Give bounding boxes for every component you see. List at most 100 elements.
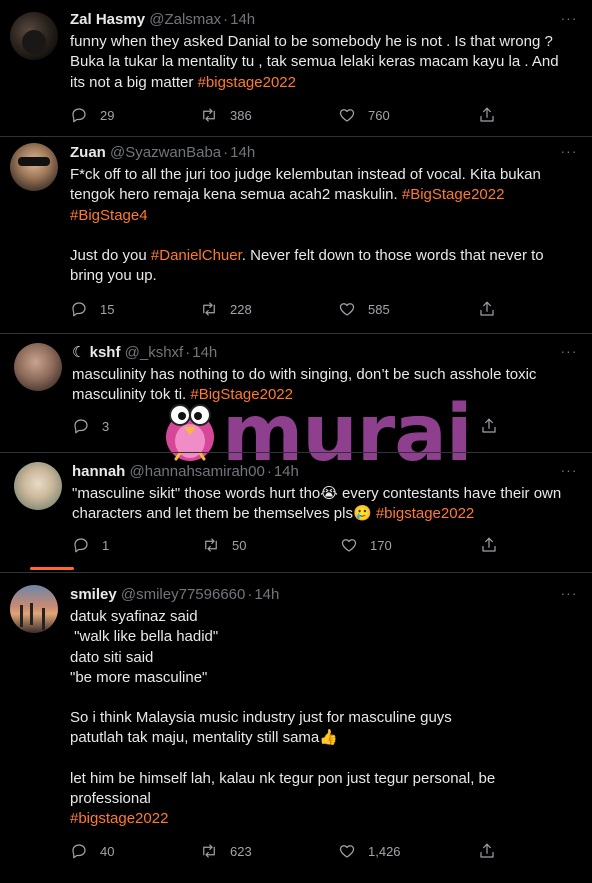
tweet-line: F*ck off to all the juri too judge kelem… xyxy=(70,166,541,183)
tweet-line: patutlah tak maju, mentality still sama👍 xyxy=(70,729,338,747)
tweet-line: Just do you #DanielChuer. Never felt dow… xyxy=(70,246,544,264)
share-icon xyxy=(480,107,494,122)
retweet-button[interactable]: 386 xyxy=(200,105,252,125)
share-button[interactable] xyxy=(478,299,508,319)
reply-icon xyxy=(72,302,86,317)
tweet-line: masculinity has nothing to do with singi… xyxy=(72,366,537,383)
retweet-count: 50 xyxy=(232,537,247,553)
bird-logo-icon xyxy=(166,404,214,461)
retweet-icon xyxy=(203,844,215,858)
author-handle[interactable]: @SyazwanBaba xyxy=(110,144,221,161)
reply-count: 1 xyxy=(102,537,110,553)
retweet-count: 228 xyxy=(230,301,252,317)
hashtag[interactable]: #bigstage2022 xyxy=(198,74,296,91)
tweet-line: datuk syafinaz said xyxy=(70,608,198,625)
tweet-line: "be more masculine" xyxy=(70,668,208,686)
like-button[interactable]: 1,426 xyxy=(338,841,401,861)
author-handle[interactable]: @_kshxf xyxy=(125,344,184,361)
retweet-button[interactable]: 228 xyxy=(200,299,252,319)
tweet-line: So i think Malaysia music industry just … xyxy=(70,709,452,727)
author-name[interactable]: Zal Hasmy xyxy=(70,11,145,28)
reply-button[interactable]: 15 xyxy=(70,299,114,319)
tweet-header: Zal Hasmy @Zalsmax · 14h xyxy=(70,11,256,28)
hashtag[interactable]: #DanielChuer xyxy=(151,247,242,264)
reply-count: 29 xyxy=(100,107,115,123)
reply-count: 40 xyxy=(100,843,115,859)
share-icon xyxy=(482,418,496,433)
timestamp[interactable]: 14h xyxy=(254,586,279,603)
tweet-line: Buka la tukar la mentality tu , tak semu… xyxy=(70,53,559,71)
timestamp[interactable]: 14h xyxy=(230,11,255,28)
author-handle[interactable]: @smiley77596660 xyxy=(121,586,245,603)
tweet-line: "walk like bella hadid" xyxy=(70,628,219,646)
reply-icon xyxy=(72,108,86,123)
tweet-line: characters and let them be themselves pl… xyxy=(72,505,475,523)
divider xyxy=(0,572,592,573)
hashtag[interactable]: #BigStage4 xyxy=(70,207,148,224)
avatar[interactable] xyxy=(14,343,62,391)
timestamp[interactable]: 14h xyxy=(274,463,299,480)
more-icon[interactable]: ··· xyxy=(560,344,578,363)
divider xyxy=(0,452,592,453)
like-count: 170 xyxy=(370,537,392,553)
avatar[interactable] xyxy=(10,585,58,633)
divider xyxy=(0,136,592,137)
tweet-header: Zuan @SyazwanBaba · 14h xyxy=(70,144,256,161)
tweet-header: ☾ kshf @_kshxf · 14h xyxy=(72,344,218,361)
tweet-header: hannah @hannahsamirah00 · 14h xyxy=(72,463,299,480)
like-icon xyxy=(341,539,357,552)
retweet-icon xyxy=(203,108,215,122)
timestamp[interactable]: 14h xyxy=(230,144,255,161)
share-icon xyxy=(480,843,494,858)
avatar[interactable] xyxy=(10,143,58,191)
reply-count: 15 xyxy=(100,301,115,317)
author-name[interactable]: smiley xyxy=(70,586,117,603)
share-button[interactable] xyxy=(480,416,510,436)
like-icon xyxy=(339,845,355,858)
reply-button[interactable]: 29 xyxy=(70,105,114,125)
reply-button[interactable]: 40 xyxy=(70,841,114,861)
retweet-button[interactable]: 50 xyxy=(202,535,246,555)
like-button[interactable]: 760 xyxy=(338,105,390,125)
tweet-text: "masculine sikit" those words hurt tho😭 … xyxy=(72,484,577,525)
like-icon xyxy=(339,303,355,316)
more-icon[interactable]: ··· xyxy=(560,144,578,163)
author-handle[interactable]: @hannahsamirah00 xyxy=(130,463,265,480)
reply-button[interactable]: 1 xyxy=(72,535,109,555)
author-name[interactable]: ☾ kshf xyxy=(72,344,120,361)
retweet-count: 386 xyxy=(230,107,252,123)
author-name[interactable]: Zuan xyxy=(70,144,106,161)
avatar[interactable] xyxy=(10,12,58,60)
share-button[interactable] xyxy=(480,535,510,555)
more-icon[interactable]: ··· xyxy=(560,586,578,605)
tweet-text: F*ck off to all the juri too judge kelem… xyxy=(70,165,575,286)
reply-icon xyxy=(74,538,88,553)
author-name[interactable]: hannah xyxy=(72,463,125,480)
hashtag[interactable]: #bigstage2022 xyxy=(70,810,168,827)
hashtag[interactable]: #BigStage2022 xyxy=(402,186,505,203)
author-handle[interactable]: @Zalsmax xyxy=(149,11,221,28)
like-button[interactable]: 170 xyxy=(340,535,392,555)
avatar[interactable] xyxy=(14,462,62,510)
share-button[interactable] xyxy=(478,105,508,125)
moon-icon: ☾ xyxy=(72,344,86,361)
timestamp[interactable]: 14h xyxy=(192,344,217,361)
murai-watermark: murai xyxy=(160,395,473,473)
retweet-button[interactable]: 623 xyxy=(200,841,252,861)
tweet-actions: 29 386 760 xyxy=(70,105,510,125)
retweet-icon xyxy=(203,302,215,316)
share-icon xyxy=(482,537,496,552)
more-icon[interactable]: ··· xyxy=(560,463,578,482)
tweet-line: dato siti said xyxy=(70,648,154,666)
tweet-line: let him be himself lah, kalau nk tegur p… xyxy=(70,769,496,787)
more-icon[interactable]: ··· xyxy=(560,11,578,30)
like-button[interactable]: 585 xyxy=(338,299,390,319)
reply-button[interactable]: 3 xyxy=(72,416,109,436)
hashtag[interactable]: #bigstage2022 xyxy=(376,505,474,522)
tweet-line: #bigstage2022 xyxy=(70,809,575,829)
scroll-indicator xyxy=(30,567,74,570)
like-count: 585 xyxy=(368,301,390,317)
share-button[interactable] xyxy=(478,841,508,861)
